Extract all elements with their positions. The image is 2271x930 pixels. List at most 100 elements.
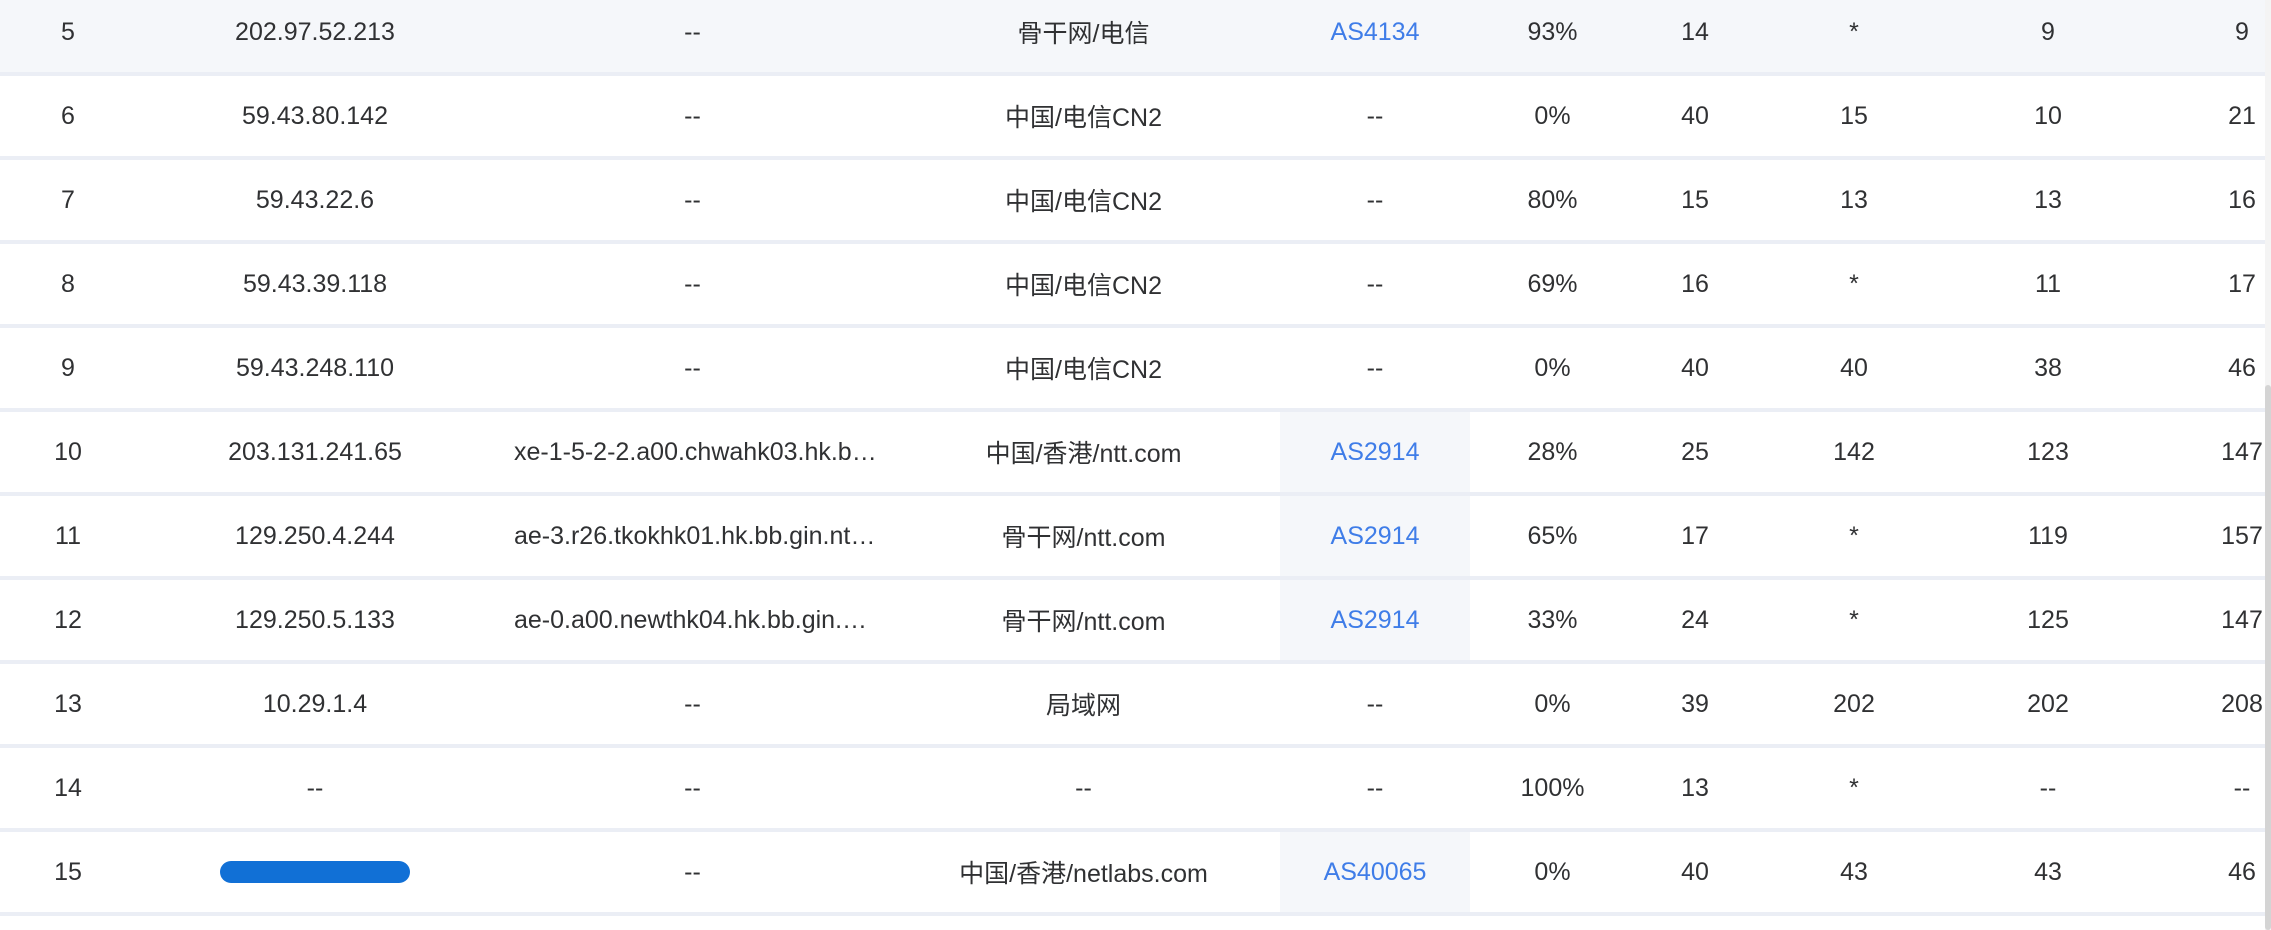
ip-address: 203.131.241.65: [228, 437, 402, 466]
hop-number: 11: [55, 521, 81, 550]
packet-loss: 0%: [1534, 857, 1571, 886]
location: 中国/电信CN2: [1005, 356, 1162, 384]
sent-count: 39: [1681, 689, 1709, 718]
sent-count: 40: [1681, 857, 1709, 886]
worst-latency: 21: [2228, 101, 2256, 130]
asn: --: [1366, 353, 1384, 382]
table-row: 15 -- 中国/香港/netlabs.com AS40065 0% 40 43…: [0, 832, 2271, 916]
sent-count: 13: [1681, 773, 1709, 802]
hop-number: 5: [61, 17, 75, 46]
ip-address: 129.250.4.244: [235, 521, 395, 550]
hop-number: 15: [54, 857, 82, 886]
worst-latency: 147: [2221, 605, 2263, 634]
best-latency: 9: [2041, 17, 2055, 46]
sent-count: 17: [1681, 521, 1709, 550]
hop-number: 12: [54, 605, 82, 634]
location: 骨干网/ntt.com: [1001, 608, 1166, 636]
best-latency: 125: [2027, 605, 2069, 634]
location: 中国/电信CN2: [1005, 188, 1162, 216]
packet-loss: 65%: [1527, 521, 1578, 550]
sent-count: 24: [1681, 605, 1709, 634]
hop-number: 6: [61, 101, 75, 130]
packet-loss: 69%: [1527, 269, 1578, 298]
table-row: 8 59.43.39.118 -- 中国/电信CN2 -- 69% 16 * 1…: [0, 244, 2271, 328]
hostname: --: [684, 689, 701, 718]
hostname: --: [684, 17, 701, 46]
vertical-scrollbar[interactable]: [2265, 0, 2271, 930]
worst-latency: --: [2233, 773, 2251, 802]
last-latency: *: [1849, 521, 1859, 550]
location: 骨干网/电信: [1017, 20, 1150, 48]
location: 中国/香港/ntt.com: [985, 440, 1182, 468]
best-latency: 119: [2028, 521, 2068, 550]
asn-link[interactable]: AS2914: [1331, 606, 1420, 635]
ip-address: 10.29.1.4: [262, 689, 368, 718]
scrollbar-thumb[interactable]: [2265, 385, 2271, 930]
last-latency: *: [1849, 269, 1859, 298]
packet-loss: 28%: [1527, 437, 1578, 466]
sent-count: 25: [1681, 437, 1709, 466]
location: --: [1075, 773, 1092, 802]
hop-number: 9: [61, 353, 75, 382]
sent-count: 15: [1681, 185, 1709, 214]
last-latency: 202: [1833, 689, 1875, 718]
last-latency: *: [1849, 773, 1859, 802]
hop-number: 10: [54, 437, 82, 466]
last-latency: 15: [1840, 101, 1868, 130]
packet-loss: 0%: [1534, 353, 1571, 382]
table-row: 5 202.97.52.213 -- 骨干网/电信 AS4134 93% 14 …: [0, 0, 2271, 76]
last-latency: 142: [1833, 437, 1875, 466]
packet-loss: 93%: [1527, 17, 1578, 46]
ip-address: 59.43.39.118: [242, 269, 388, 298]
best-latency: 13: [2034, 185, 2062, 214]
traceroute-table: 5 202.97.52.213 -- 骨干网/电信 AS4134 93% 14 …: [0, 0, 2271, 916]
hop-number: 14: [54, 773, 82, 802]
worst-latency: 46: [2228, 857, 2256, 886]
hostname: xe-1-5-2-2.a00.chwahk03.hk.bb.gin.ntt.ne…: [514, 438, 887, 466]
asn: AS4134: [1280, 0, 1470, 72]
asn: AS2914: [1280, 496, 1470, 576]
sent-count: 40: [1681, 353, 1709, 382]
table-row: 6 59.43.80.142 -- 中国/电信CN2 -- 0% 40 15 1…: [0, 76, 2271, 160]
packet-loss: 0%: [1534, 101, 1571, 130]
best-latency: 11: [2035, 269, 2061, 298]
best-latency: --: [2039, 773, 2057, 802]
table-row: 12 129.250.5.133 ae-0.a00.newthk04.hk.bb…: [0, 580, 2271, 664]
asn-link[interactable]: AS2914: [1331, 522, 1420, 551]
location: 局域网: [1045, 692, 1121, 720]
worst-latency: 9: [2235, 17, 2249, 46]
hostname: ae-3.r26.tkokhk01.hk.bb.gin.ntt.net: [514, 522, 887, 550]
asn: --: [1366, 101, 1384, 130]
location: 骨干网/ntt.com: [1001, 524, 1166, 552]
asn: --: [1366, 185, 1384, 214]
asn-link[interactable]: AS4134: [1331, 18, 1420, 47]
table-row: 11 129.250.4.244 ae-3.r26.tkokhk01.hk.bb…: [0, 496, 2271, 580]
asn-link[interactable]: AS40065: [1324, 858, 1427, 887]
traceroute-results-panel: 5 202.97.52.213 -- 骨干网/电信 AS4134 93% 14 …: [0, 0, 2271, 930]
ip-address: 202.97.52.213: [235, 17, 395, 46]
sent-count: 40: [1681, 101, 1709, 130]
hostname: --: [684, 857, 701, 886]
worst-latency: 46: [2228, 353, 2256, 382]
last-latency: 40: [1840, 353, 1868, 382]
location: 中国/电信CN2: [1005, 104, 1162, 132]
hop-number: 8: [61, 269, 75, 298]
redacted-ip-mask: [220, 861, 410, 883]
hostname: --: [684, 269, 701, 298]
worst-latency: 147: [2221, 437, 2263, 466]
asn: --: [1366, 773, 1384, 802]
packet-loss: 100%: [1520, 773, 1585, 802]
asn-link[interactable]: AS2914: [1331, 438, 1420, 467]
best-latency: 202: [2027, 689, 2069, 718]
worst-latency: 16: [2228, 185, 2256, 214]
ip-address: [136, 832, 494, 912]
asn: AS2914: [1280, 412, 1470, 492]
best-latency: 43: [2034, 857, 2062, 886]
sent-count: 14: [1681, 17, 1709, 46]
table-row: 10 203.131.241.65 xe-1-5-2-2.a00.chwahk0…: [0, 412, 2271, 496]
location: 中国/电信CN2: [1005, 272, 1162, 300]
asn: AS40065: [1280, 832, 1470, 912]
hostname: --: [684, 773, 701, 802]
packet-loss: 0%: [1534, 689, 1571, 718]
worst-latency: 157: [2221, 521, 2263, 550]
